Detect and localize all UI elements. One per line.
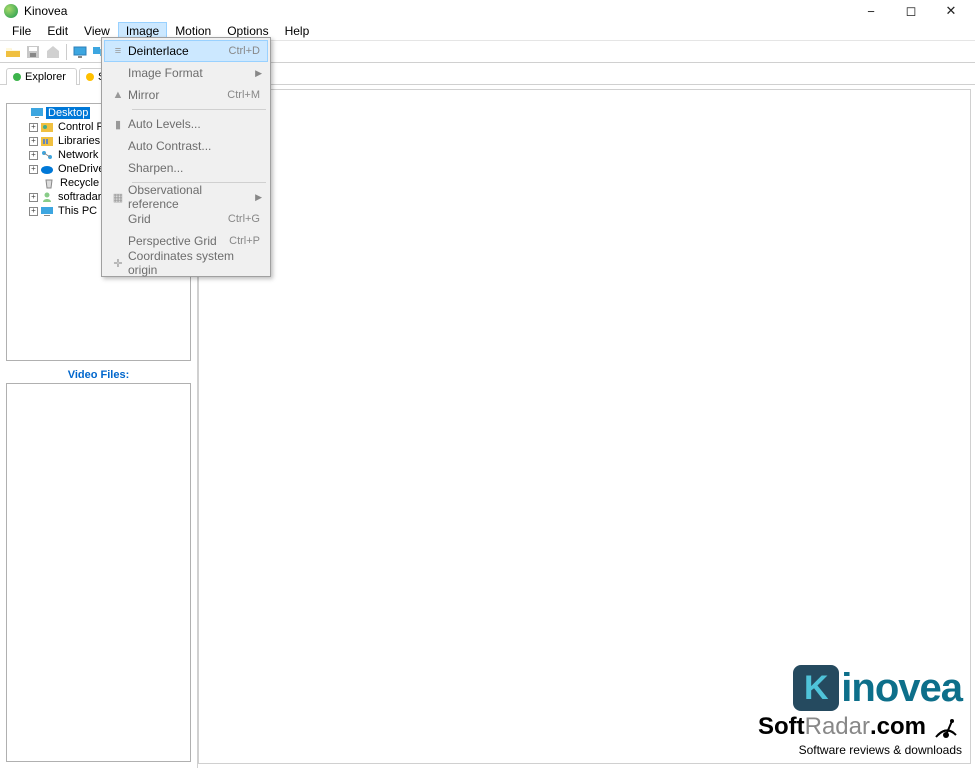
expand-icon[interactable]: + <box>29 165 38 174</box>
com-text: .com <box>870 713 926 740</box>
menu-item-label: Auto Levels... <box>128 117 260 131</box>
menu-item-label: Coordinates system origin <box>128 249 260 277</box>
menu-item-label: Mirror <box>128 88 227 102</box>
expand-icon[interactable]: + <box>29 193 38 202</box>
minimize-button[interactable]: − <box>851 0 891 22</box>
save-icon[interactable] <box>24 43 42 61</box>
levels-icon: ▮ <box>108 118 128 131</box>
tree-label: Desktop <box>46 107 90 119</box>
expand-icon[interactable]: + <box>29 207 38 216</box>
app-icon <box>4 4 18 18</box>
menu-shortcut: Ctrl+G <box>228 213 264 225</box>
pc-icon <box>40 205 54 217</box>
expand-icon[interactable]: + <box>29 137 38 146</box>
menu-file[interactable]: File <box>4 22 39 40</box>
menu-item-label: Auto Contrast... <box>128 139 260 153</box>
titlebar: Kinovea − ◻ ✕ <box>0 0 975 22</box>
tree-label: Libraries <box>56 135 102 147</box>
monitor-icon[interactable] <box>71 43 89 61</box>
content-area: K inovea SoftRadar.com Software reviews … <box>198 89 971 764</box>
control-icon <box>40 121 54 133</box>
menu-item-label: Deinterlace <box>128 44 229 58</box>
menu-item-grid[interactable]: GridCtrl+G <box>104 208 268 230</box>
satellite-icon <box>930 711 962 743</box>
expand-icon[interactable]: + <box>29 151 38 160</box>
tree-label: This PC <box>56 205 99 217</box>
window-controls: − ◻ ✕ <box>851 0 971 22</box>
menu-edit[interactable]: Edit <box>39 22 76 40</box>
onedrive-icon <box>40 163 54 175</box>
home-icon[interactable] <box>44 43 62 61</box>
softradar-logo: SoftRadar.com <box>758 711 962 743</box>
menu-item-observational-reference[interactable]: ▦Observational reference▶ <box>104 186 268 208</box>
dot-icon <box>13 73 21 81</box>
menu-shortcut: Ctrl+P <box>229 235 264 247</box>
grid-icon: ▦ <box>108 191 128 204</box>
tab-explorer[interactable]: Explorer <box>6 68 77 85</box>
menu-item-deinterlace[interactable]: ≡DeinterlaceCtrl+D <box>104 40 268 62</box>
open-folder-icon[interactable] <box>4 43 22 61</box>
menu-item-label: Perspective Grid <box>128 234 229 248</box>
menu-item-mirror[interactable]: ▲MirrorCtrl+M <box>104 84 268 106</box>
menu-item-coordinates-system-origin[interactable]: ✛Coordinates system origin <box>104 252 268 274</box>
tab-label: Explorer <box>25 71 66 83</box>
menu-shortcut: Ctrl+D <box>229 45 264 57</box>
menu-item-auto-contrast-[interactable]: Auto Contrast... <box>104 135 268 157</box>
libraries-icon <box>40 135 54 147</box>
tagline: Software reviews & downloads <box>758 743 962 757</box>
menu-item-label: Sharpen... <box>128 161 260 175</box>
menu-separator <box>132 109 266 110</box>
logo-k-icon: K <box>793 665 839 711</box>
recycle-icon <box>42 177 56 189</box>
maximize-button[interactable]: ◻ <box>891 0 931 22</box>
menu-item-label: Image Format <box>128 66 255 80</box>
watermark: K inovea SoftRadar.com Software reviews … <box>758 665 962 757</box>
menu-help[interactable]: Help <box>277 22 318 40</box>
app-title: Kinovea <box>24 4 67 18</box>
menu-item-label: Observational reference <box>128 183 255 211</box>
submenu-arrow-icon: ▶ <box>255 192 264 203</box>
target-icon: ✛ <box>108 257 128 270</box>
close-button[interactable]: ✕ <box>931 0 971 22</box>
menu-item-image-format[interactable]: Image Format▶ <box>104 62 268 84</box>
radar-text: Radar <box>805 713 870 740</box>
logo-text: inovea <box>841 666 962 711</box>
menu-item-auto-levels-[interactable]: ▮Auto Levels... <box>104 113 268 135</box>
kinovea-logo: K inovea <box>758 665 962 711</box>
lines-icon: ≡ <box>108 45 128 57</box>
toolbar-separator <box>66 44 67 60</box>
video-files-list[interactable] <box>6 383 191 762</box>
menu-shortcut: Ctrl+M <box>227 89 264 101</box>
desktop-icon <box>30 107 44 119</box>
expand-icon[interactable]: + <box>29 123 38 132</box>
network-icon <box>40 149 54 161</box>
image-menu-dropdown: ≡DeinterlaceCtrl+DImage Format▶▲MirrorCt… <box>101 37 271 277</box>
tree-label: softradar <box>56 191 103 203</box>
user-icon <box>40 191 54 203</box>
dot-icon <box>86 73 94 81</box>
video-files-header: Video Files: <box>0 365 197 383</box>
mirror-icon: ▲ <box>108 89 128 101</box>
soft-text: Soft <box>758 713 805 740</box>
submenu-arrow-icon: ▶ <box>255 68 264 79</box>
tree-label: Network <box>56 149 100 161</box>
menu-item-sharpen-[interactable]: Sharpen... <box>104 157 268 179</box>
menu-item-label: Grid <box>128 212 228 226</box>
tree-label: OneDrive <box>56 163 106 175</box>
